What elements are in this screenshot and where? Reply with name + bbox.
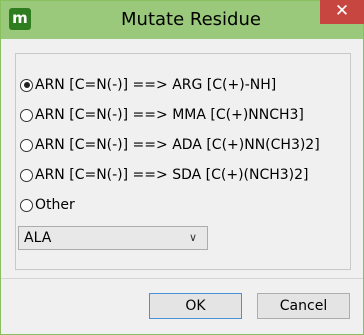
radio-button[interactable]: [20, 108, 33, 122]
ok-button[interactable]: OK: [149, 293, 242, 319]
option-label: ARN [C=N(-)] ==> ADA [C(+)NN(CH3)2]: [35, 137, 320, 153]
chevron-down-icon: ∨: [188, 231, 197, 244]
option-ada[interactable]: ARN [C=N(-)] ==> ADA [C(+)NN(CH3)2]: [20, 135, 320, 155]
residue-select[interactable]: ALA ∨: [18, 226, 208, 250]
cancel-button[interactable]: Cancel: [257, 293, 350, 319]
radio-button[interactable]: [20, 138, 33, 152]
close-button[interactable]: ✕: [320, 0, 364, 24]
option-label: ARN [C=N(-)] ==> ARG [C(+)-NH]: [35, 77, 277, 93]
app-icon: m: [9, 8, 31, 30]
option-label: Other: [35, 197, 75, 213]
option-mma[interactable]: ARN [C=N(-)] ==> MMA [C(+)NNCH3]: [20, 105, 304, 125]
residue-select-value: ALA: [24, 230, 52, 246]
radio-button[interactable]: [20, 198, 33, 212]
option-arg[interactable]: ARN [C=N(-)] ==> ARG [C(+)-NH]: [20, 75, 276, 95]
option-sda[interactable]: ARN [C=N(-)] ==> SDA [C(+)(NCH3)2]: [20, 165, 309, 185]
radio-button-selected[interactable]: [20, 78, 33, 92]
close-icon: ✕: [334, 1, 350, 21]
title-bar: m Mutate Residue ✕: [1, 0, 364, 39]
option-other[interactable]: Other: [20, 195, 75, 215]
window-title: Mutate Residue: [121, 9, 261, 30]
radio-button[interactable]: [20, 168, 33, 182]
mutation-options-group: ARN [C=N(-)] ==> ARG [C(+)-NH] ARN [C=N(…: [15, 53, 351, 270]
button-area-divider: [1, 278, 363, 279]
option-label: ARN [C=N(-)] ==> SDA [C(+)(NCH3)2]: [35, 167, 309, 183]
option-label: ARN [C=N(-)] ==> MMA [C(+)NNCH3]: [35, 107, 304, 123]
mutate-residue-dialog: m Mutate Residue ✕ ARN [C=N(-)] ==> ARG …: [0, 0, 364, 335]
